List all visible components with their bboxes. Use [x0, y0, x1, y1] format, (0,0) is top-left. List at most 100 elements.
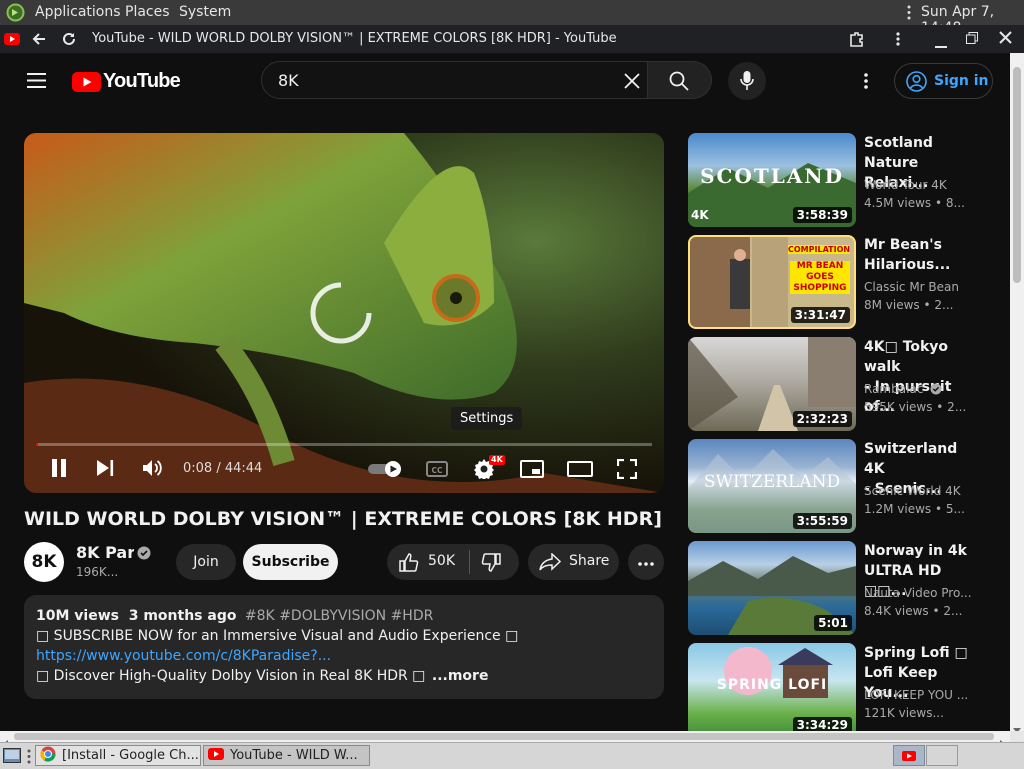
search-icon	[669, 71, 689, 95]
recommendation-thumbnail[interactable]: SCOTLAND 4K 3:58:39	[688, 133, 856, 227]
menu-places[interactable]: Places	[125, 4, 170, 20]
like-divider	[469, 550, 470, 574]
description-line-3: □ Discover High-Quality Dolby Vision in …	[36, 668, 426, 684]
theater-mode-icon[interactable]	[567, 461, 593, 481]
recommendation-thumbnail[interactable]: 5:01	[688, 541, 856, 635]
recommendation-thumbnail[interactable]: SWITZERLAND 3:55:59	[688, 439, 856, 533]
recommendation-channel[interactable]: Scenic World 4K	[864, 484, 974, 498]
description-box[interactable]: 10M views 3 months ago #8K #DOLBYVISION …	[24, 595, 664, 699]
workspace-switcher[interactable]	[893, 745, 925, 766]
recommendation-meta: 4.5M views • 8...	[864, 196, 965, 210]
video-player[interactable]: Settings 0:08 / 44:44 CC 4K	[24, 133, 664, 493]
minimize-icon[interactable]	[935, 38, 947, 53]
taskbar-item-youtube[interactable]: YouTube - WILD W...	[203, 745, 370, 766]
recommendation-thumbnail[interactable]: COMPILATION MR BEAN GOES SHOPPING 3:31:4…	[688, 235, 856, 329]
window-title: YouTube - WILD WORLD DOLBY VISION™ | EXT…	[92, 31, 617, 46]
recommendation-channel[interactable]: Nauta Video Pro...	[864, 586, 974, 600]
search-input[interactable]: 8K	[278, 71, 299, 90]
horizontal-scroll-thumb[interactable]	[14, 733, 994, 740]
reload-icon[interactable]	[61, 31, 77, 51]
recommendation-channel[interactable]: Rambalac	[864, 382, 974, 398]
clear-search-icon[interactable]	[624, 73, 640, 93]
more-actions-button[interactable]	[628, 544, 664, 580]
youtube-logo[interactable]: YouTube	[72, 70, 181, 93]
taskbar-item-label: YouTube - WILD W...	[230, 748, 358, 763]
recommendation-meta: 121K views...	[864, 706, 944, 720]
video-duration: 5:01	[814, 615, 852, 631]
video-duration: 3:58:39	[792, 207, 852, 223]
search-box[interactable]: 8K	[261, 61, 648, 99]
vertical-scroll-thumb[interactable]	[1013, 67, 1021, 283]
fullscreen-icon[interactable]	[616, 458, 638, 483]
search-button[interactable]	[648, 61, 712, 99]
hashtags[interactable]: #8K #DOLBYVISION #HDR	[245, 608, 433, 624]
thumbnail-overlay-text: MR BEAN GOES SHOPPING	[790, 261, 850, 294]
channel-avatar[interactable]: 8K	[24, 542, 64, 582]
captions-icon[interactable]: CC	[426, 461, 448, 481]
subscriber-count: 196K...	[76, 565, 119, 579]
join-button[interactable]: Join	[176, 544, 236, 580]
workspace-2[interactable]	[926, 745, 958, 766]
thumbnail-badge: 4K	[691, 208, 709, 222]
channel-link[interactable]: https://www.youtube.com/c/8KParadise?...	[36, 646, 331, 666]
share-button[interactable]: Share	[528, 544, 619, 580]
pause-icon[interactable]	[51, 459, 67, 481]
progress-played	[36, 443, 38, 446]
channel-name[interactable]: 8K Parac	[76, 543, 134, 562]
video-title: WILD WORLD DOLBY VISION™ | EXTREME COLOR…	[24, 508, 662, 530]
description-line-1: □ SUBSCRIBE NOW for an Immersive Visual …	[36, 628, 519, 644]
os-taskbar: [Install - Google Ch... YouTube - WILD W…	[0, 742, 1024, 769]
video-duration: 3:34:29	[792, 717, 852, 731]
taskbar-item-label: [Install - Google Ch...	[62, 748, 199, 763]
subscribe-button[interactable]: Subscribe	[243, 544, 338, 580]
volume-icon[interactable]	[143, 459, 163, 481]
menu-applications[interactable]: Applications	[35, 4, 121, 20]
thumbnail-overlay-text: SPRING LOFI	[716, 677, 828, 693]
account-icon	[906, 71, 927, 96]
sign-in-button[interactable]: Sign in	[894, 63, 993, 99]
youtube-page: YouTube 8K Sign in Settings 0:08 / 44:44…	[0, 53, 1010, 731]
thumbnail-overlay-text: SCOTLAND	[700, 164, 844, 188]
recommendation-thumbnail[interactable]: 2:32:23	[688, 337, 856, 431]
video-duration: 3:55:59	[792, 513, 852, 529]
recommendation-thumbnail[interactable]: SPRING LOFI 3:34:29	[688, 643, 856, 731]
recommendation-meta: 8.4K views • 2...	[864, 604, 963, 618]
vertical-scrollbar[interactable]	[1010, 53, 1024, 733]
show-more-link[interactable]: ...more	[432, 668, 489, 684]
video-duration: 2:32:23	[792, 411, 852, 427]
next-icon[interactable]	[97, 460, 114, 480]
like-icon[interactable]	[399, 553, 419, 576]
panel-handle-icon	[907, 4, 911, 21]
browser-title-bar: YouTube - WILD WORLD DOLBY VISION™ | EXT…	[0, 25, 1024, 53]
voice-search-button[interactable]	[728, 62, 766, 100]
extensions-icon[interactable]	[848, 30, 866, 52]
hamburger-menu-icon[interactable]	[27, 73, 46, 92]
recommendation-title[interactable]: Mr Bean's Hilarious...	[864, 235, 974, 275]
view-count-date: 10M views 3 months ago	[36, 608, 237, 624]
settings-tooltip: Settings	[451, 407, 523, 430]
miniplayer-icon[interactable]	[520, 460, 544, 482]
recommendation-channel[interactable]: LOFI KEEP YOU ...	[864, 688, 974, 702]
verified-icon	[930, 383, 942, 398]
youtube-favicon-icon	[4, 33, 20, 49]
recommendation-channel[interactable]: World Tour 4K	[864, 178, 974, 192]
youtube-mini-icon	[902, 750, 916, 765]
chrome-icon	[40, 746, 56, 765]
autoplay-toggle-icon[interactable]	[368, 461, 404, 481]
maximize-icon[interactable]	[966, 32, 978, 48]
close-window-icon[interactable]	[999, 31, 1012, 48]
dislike-icon[interactable]	[481, 553, 501, 576]
horizontal-scrollbar[interactable]	[0, 731, 1010, 748]
menu-system[interactable]: System	[179, 4, 231, 20]
back-icon[interactable]	[31, 31, 47, 51]
like-dislike-group: 50K	[387, 544, 519, 580]
show-desktop-icon[interactable]	[3, 748, 21, 767]
distro-logo-icon[interactable]	[6, 3, 25, 22]
taskbar-item-install[interactable]: [Install - Google Ch...	[35, 745, 201, 766]
browser-menu-icon[interactable]	[896, 31, 900, 51]
progress-bar[interactable]	[36, 443, 652, 446]
settings-menu-icon[interactable]	[864, 73, 868, 93]
sign-in-label: Sign in	[934, 73, 989, 89]
like-count[interactable]: 50K	[428, 553, 455, 569]
recommendation-channel[interactable]: Classic Mr Bean	[864, 280, 974, 294]
